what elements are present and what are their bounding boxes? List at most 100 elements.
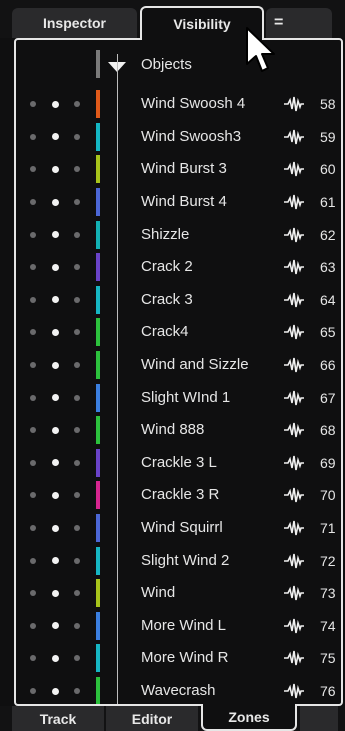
visibility-dot-center[interactable] (52, 654, 59, 662)
visibility-dot-center[interactable] (52, 296, 59, 304)
visibility-dot-right[interactable] (74, 622, 80, 629)
visibility-dot-center[interactable] (52, 491, 59, 499)
visibility-dot-left[interactable] (30, 166, 36, 173)
list-item[interactable]: Crackle 3 R 70 (16, 479, 341, 512)
visibility-dot-center[interactable] (52, 394, 59, 402)
visibility-dot-left[interactable] (30, 199, 36, 206)
object-name: Wind Swoosh 4 (141, 95, 246, 113)
visibility-dot-center[interactable] (52, 100, 59, 108)
waveform-icon (284, 586, 304, 601)
visibility-dot-right[interactable] (74, 525, 80, 532)
visibility-dot-center[interactable] (52, 231, 59, 239)
visibility-dot-left[interactable] (30, 655, 36, 662)
track-color-bar (96, 90, 100, 119)
visibility-dot-right[interactable] (74, 394, 80, 401)
track-color-bar (96, 481, 100, 510)
visibility-dot-center[interactable] (52, 622, 59, 630)
visibility-dot-center[interactable] (52, 361, 59, 369)
visibility-dot-center[interactable] (52, 459, 59, 467)
list-item[interactable]: Slight WInd 1 67 (16, 381, 341, 414)
visibility-dot-left[interactable] (30, 688, 36, 695)
visibility-dot-center[interactable] (52, 524, 59, 532)
visibility-dot-right[interactable] (74, 199, 80, 206)
visibility-dot-left[interactable] (30, 264, 36, 271)
visibility-dot-left[interactable] (30, 492, 36, 499)
list-item[interactable]: Wind Burst 3 60 (16, 153, 341, 186)
list-item[interactable]: Crack 2 63 (16, 251, 341, 284)
visibility-dot-left[interactable] (30, 590, 36, 597)
visibility-dot-left[interactable] (30, 394, 36, 401)
list-item[interactable]: Shizzle 62 (16, 218, 341, 251)
object-name: Crackle 3 L (141, 453, 217, 471)
visibility-dot-left[interactable] (30, 329, 36, 336)
waveform-icon (284, 162, 304, 177)
tab-zones[interactable]: Zones (201, 704, 297, 731)
list-item[interactable]: Wind 73 (16, 577, 341, 610)
visibility-dot-center[interactable] (52, 328, 59, 336)
list-item[interactable]: Crack 3 64 (16, 284, 341, 317)
list-item[interactable]: Slight Wind 2 72 (16, 544, 341, 577)
list-item[interactable]: Crack4 65 (16, 316, 341, 349)
visibility-dot-right[interactable] (74, 557, 80, 564)
visibility-dot-right[interactable] (74, 166, 80, 173)
visibility-dot-right[interactable] (74, 231, 80, 238)
list-item[interactable]: More Wind L 74 (16, 610, 341, 643)
header-color-bar (96, 50, 100, 78)
list-item[interactable]: Wind and Sizzle 66 (16, 349, 341, 382)
waveform-icon (284, 488, 304, 503)
visibility-dot-left[interactable] (30, 459, 36, 466)
visibility-dot-right[interactable] (74, 655, 80, 662)
list-item[interactable]: More Wind R 75 (16, 642, 341, 675)
visibility-dot-center[interactable] (52, 198, 59, 206)
visibility-dot-center[interactable] (52, 165, 59, 173)
visibility-dot-right[interactable] (74, 133, 80, 140)
visibility-dot-left[interactable] (30, 101, 36, 108)
tab-track[interactable]: Track (12, 706, 104, 731)
list-item[interactable]: Wind Swoosh 4 58 (16, 88, 341, 121)
visibility-dot-right[interactable] (74, 459, 80, 466)
object-name: Crack 2 (141, 258, 193, 276)
visibility-dot-center[interactable] (52, 589, 59, 597)
visibility-dot-center[interactable] (52, 133, 59, 141)
visibility-dot-left[interactable] (30, 296, 36, 303)
object-name: Wind Burst 4 (141, 193, 227, 211)
object-name: Crackle 3 R (141, 486, 220, 504)
visibility-dot-right[interactable] (74, 590, 80, 597)
object-number: 70 (320, 487, 336, 504)
tab-editor[interactable]: Editor (106, 706, 198, 731)
visibility-dot-left[interactable] (30, 622, 36, 629)
visibility-dot-left[interactable] (30, 557, 36, 564)
object-number: 73 (320, 585, 336, 602)
visibility-dot-center[interactable] (52, 687, 59, 695)
list-item[interactable]: Crackle 3 L 69 (16, 447, 341, 480)
object-name: Wind and Sizzle (141, 356, 249, 374)
track-color-bar (96, 579, 100, 608)
visibility-dot-left[interactable] (30, 362, 36, 369)
visibility-dot-left[interactable] (30, 427, 36, 434)
visibility-dot-center[interactable] (52, 557, 59, 565)
object-name: Wind 888 (141, 421, 205, 439)
visibility-dot-right[interactable] (74, 362, 80, 369)
visibility-dot-right[interactable] (74, 492, 80, 499)
visibility-dot-center[interactable] (52, 263, 59, 271)
visibility-dot-right[interactable] (74, 427, 80, 434)
tab-inspector[interactable]: Inspector (12, 8, 137, 38)
list-item[interactable]: Wind Squirrl 71 (16, 512, 341, 545)
visibility-dot-left[interactable] (30, 231, 36, 238)
visibility-dot-right[interactable] (74, 329, 80, 336)
visibility-dot-right[interactable] (74, 688, 80, 695)
list-item[interactable]: Wind Burst 4 61 (16, 186, 341, 219)
track-color-bar (96, 383, 100, 412)
visibility-dot-left[interactable] (30, 525, 36, 532)
object-name: Shizzle (141, 225, 190, 243)
waveform-icon (284, 455, 304, 471)
visibility-dot-right[interactable] (74, 296, 80, 303)
object-number: 67 (320, 389, 336, 406)
visibility-dot-right[interactable] (74, 264, 80, 271)
list-item[interactable]: Wind Swoosh3 59 (16, 121, 341, 154)
visibility-dot-right[interactable] (74, 101, 80, 108)
list-item[interactable]: Wavecrash 76 (16, 675, 341, 704)
visibility-dot-center[interactable] (52, 426, 59, 434)
visibility-dot-left[interactable] (30, 133, 36, 140)
list-item[interactable]: Wind 888 68 (16, 414, 341, 447)
